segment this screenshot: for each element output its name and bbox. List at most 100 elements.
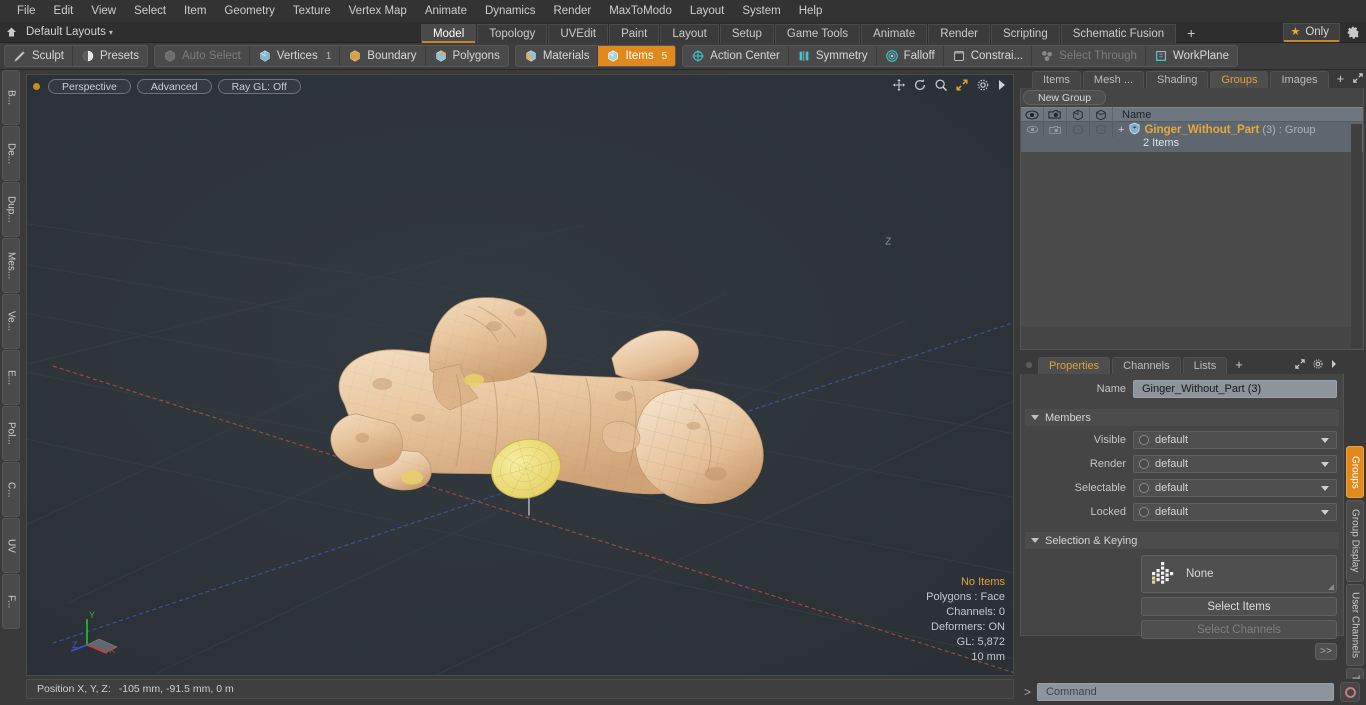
add-properties-tab-button[interactable]: +	[1229, 357, 1249, 374]
boundary-button[interactable]: Boundary	[340, 46, 426, 66]
menu-item-system[interactable]: System	[733, 0, 789, 22]
viewport-indicator-dot[interactable]	[33, 82, 40, 90]
vertices-button[interactable]: Vertices 1	[250, 46, 341, 66]
maximize-icon[interactable]	[1294, 358, 1306, 373]
eye-icon[interactable]	[1021, 107, 1044, 122]
layout-tab-topology[interactable]: Topology	[477, 23, 548, 43]
cube-outline-icon[interactable]	[1067, 107, 1090, 122]
tab-mesh[interactable]: Mesh ...	[1082, 70, 1145, 88]
selectable-radio-icon[interactable]	[1139, 483, 1149, 493]
selection-keying-section-header[interactable]: Selection & Keying	[1025, 532, 1339, 549]
action-center-button[interactable]: Action Center	[683, 46, 789, 66]
tab-groups[interactable]: Groups	[1210, 70, 1269, 88]
select-items-button[interactable]: Select Items	[1141, 597, 1337, 616]
expand-row-button[interactable]: +	[1118, 124, 1124, 136]
add-layout-tab-button[interactable]: +	[1177, 24, 1205, 43]
play-icon[interactable]	[997, 79, 1007, 91]
panel-menu-dot[interactable]	[1026, 362, 1032, 368]
groups-list-scrollbar[interactable]	[1351, 124, 1362, 348]
items-button[interactable]: Items 5	[598, 46, 676, 66]
left-tab-fusion[interactable]: F...	[2, 574, 20, 629]
viewport-3d[interactable]: Z Perspective Advanced Ray GL: Off No It…	[26, 74, 1014, 676]
selectable-dropdown[interactable]: default	[1133, 479, 1337, 497]
menu-item-dynamics[interactable]: Dynamics	[476, 0, 544, 22]
gear-icon[interactable]	[1340, 22, 1366, 43]
symmetry-button[interactable]: Symmetry	[789, 46, 877, 66]
tab-channels[interactable]: Channels	[1112, 356, 1181, 374]
constraint-button[interactable]: Constrai...	[944, 46, 1033, 66]
menu-item-layout[interactable]: Layout	[681, 0, 734, 22]
only-toggle-button[interactable]: ★ Only	[1283, 22, 1340, 42]
sculpt-button[interactable]: Sculpt	[5, 46, 73, 66]
layout-tab-setup[interactable]: Setup	[719, 23, 774, 43]
polygons-button[interactable]: Polygons	[426, 46, 508, 66]
new-group-button[interactable]: New Group	[1023, 90, 1107, 105]
layout-tab-schematic-fusion[interactable]: Schematic Fusion	[1060, 23, 1177, 43]
viewport-shading-button[interactable]: Advanced	[136, 78, 212, 94]
left-tab-deform[interactable]: De...	[2, 126, 20, 181]
select-channels-button[interactable]: Select Channels	[1141, 620, 1337, 639]
falloff-button[interactable]: Falloff	[877, 46, 944, 66]
menu-item-maxtomodo[interactable]: MaxToModo	[600, 0, 681, 22]
menu-item-view[interactable]: View	[82, 0, 125, 22]
left-tab-vertex[interactable]: Ve...	[2, 294, 20, 349]
left-tab-basic[interactable]: B...	[2, 70, 20, 125]
row-visibility-toggle[interactable]	[1021, 122, 1044, 137]
menu-item-vertex-map[interactable]: Vertex Map	[340, 0, 416, 22]
home-icon[interactable]	[0, 22, 22, 43]
gear-icon[interactable]	[976, 78, 990, 92]
presets-button[interactable]: Presets	[73, 46, 147, 66]
members-section-header[interactable]: Members	[1025, 409, 1339, 426]
layout-tab-render[interactable]: Render	[928, 23, 990, 43]
auto-select-button[interactable]: Auto Select	[155, 46, 250, 66]
table-row[interactable]: + Ginger_Without_Part (3) : Group 2 Item…	[1021, 122, 1363, 152]
groups-list-empty-area[interactable]	[1021, 152, 1363, 327]
layout-tab-layout[interactable]: Layout	[660, 23, 719, 43]
chevron-right-icon[interactable]	[1330, 359, 1338, 372]
materials-button[interactable]: Materials	[516, 46, 599, 66]
menu-item-animate[interactable]: Animate	[416, 0, 476, 22]
layout-tab-model[interactable]: Model	[420, 23, 477, 43]
select-through-button[interactable]: Select Through	[1032, 46, 1146, 66]
render-dropdown[interactable]: default	[1133, 455, 1337, 473]
rotate-icon[interactable]	[913, 78, 927, 92]
layout-tab-paint[interactable]: Paint	[609, 23, 660, 43]
menu-item-file[interactable]: File	[8, 0, 45, 22]
layout-tab-game-tools[interactable]: Game Tools	[774, 23, 861, 43]
workplane-button[interactable]: WorkPlane	[1146, 46, 1237, 66]
vtab-group-display[interactable]: Group Display	[1346, 500, 1364, 582]
left-tab-duplicate[interactable]: Dup...	[2, 182, 20, 237]
left-tab-uv[interactable]: UV	[2, 518, 20, 573]
menu-item-select[interactable]: Select	[125, 0, 175, 22]
menu-item-item[interactable]: Item	[175, 0, 215, 22]
row-selectable-toggle[interactable]	[1067, 122, 1090, 137]
tab-images[interactable]: Images	[1270, 70, 1329, 88]
menu-item-render[interactable]: Render	[544, 0, 600, 22]
render-icon[interactable]	[1044, 107, 1067, 122]
tab-items[interactable]: Items	[1032, 70, 1081, 88]
cube-outline-icon-2[interactable]	[1090, 107, 1113, 122]
left-tab-edge[interactable]: E...	[2, 350, 20, 405]
visible-radio-icon[interactable]	[1139, 435, 1149, 445]
add-panel-tab-button[interactable]: +	[1331, 71, 1351, 88]
record-icon[interactable]	[1340, 682, 1360, 702]
zoom-icon[interactable]	[934, 78, 948, 92]
viewport-projection-button[interactable]: Perspective	[48, 78, 131, 94]
left-tab-mesh[interactable]: Mes...	[2, 238, 20, 293]
tab-shading[interactable]: Shading	[1146, 70, 1209, 88]
row-locked-toggle[interactable]	[1090, 122, 1113, 137]
menu-item-geometry[interactable]: Geometry	[215, 0, 284, 22]
menu-item-edit[interactable]: Edit	[45, 0, 83, 22]
tab-properties[interactable]: Properties	[1038, 356, 1111, 374]
menu-item-help[interactable]: Help	[790, 0, 832, 22]
vtab-user-channels[interactable]: User Channels	[1346, 584, 1364, 666]
gear-icon[interactable]	[1312, 358, 1324, 373]
layout-tab-animate[interactable]: Animate	[861, 23, 928, 43]
selection-set-box[interactable]: None	[1141, 555, 1337, 593]
render-radio-icon[interactable]	[1139, 459, 1149, 469]
name-input[interactable]: Ginger_Without_Part (3)	[1133, 380, 1337, 398]
left-tab-polygon[interactable]: Pol...	[2, 406, 20, 461]
move-icon[interactable]	[892, 78, 906, 92]
left-tab-curve[interactable]: C...	[2, 462, 20, 517]
row-render-toggle[interactable]	[1044, 122, 1067, 137]
